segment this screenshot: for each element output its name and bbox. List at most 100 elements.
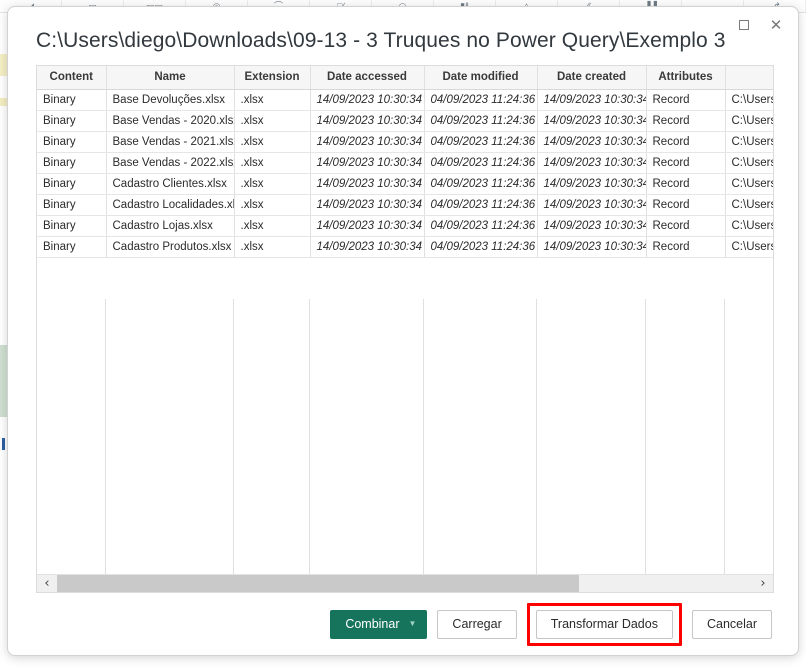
transform-data-highlight: Transformar Dados — [526, 602, 682, 646]
cell-date-modified: 04/09/2023 11:24:36 — [424, 194, 538, 216]
combine-files-dialog: ✕ C:\Users\diego\Downloads\09-13 - 3 Tru… — [7, 6, 799, 656]
cell-date-created: 14/09/2023 10:30:34 — [537, 131, 647, 153]
scrollbar-thumb[interactable] — [57, 575, 579, 592]
column-header-attributes[interactable]: Attributes — [646, 66, 726, 90]
table-row[interactable]: Binary Cadastro Localidades.xlsx .xlsx 14/0… — [37, 194, 773, 216]
combine-button[interactable]: Combinar ▼ — [330, 609, 428, 639]
cell-date-modified: 04/09/2023 11:24:36 — [424, 236, 538, 258]
excel-cell-highlight-green — [0, 345, 7, 417]
cell-name: Base Vendas - 2021.xlsx — [106, 131, 235, 153]
cell-extension: .xlsx — [234, 152, 311, 174]
cell-attributes: Record — [646, 152, 726, 174]
cell-name: Cadastro Lojas.xlsx — [106, 215, 235, 237]
cell-folder-path: C:\Users\ — [725, 152, 773, 174]
cell-attributes: Record — [646, 173, 726, 195]
cell-name: Cadastro Clientes.xlsx — [106, 173, 235, 195]
table-row[interactable]: Binary Cadastro Clientes.xlsx .xlsx 14/09/2… — [37, 173, 773, 195]
cell-extension: .xlsx — [234, 215, 311, 237]
table-row[interactable]: Binary Cadastro Lojas.xlsx .xlsx 14/09/2023… — [37, 215, 773, 237]
cell-date-created: 14/09/2023 10:30:34 — [537, 194, 647, 216]
screen: ◢▭▭▭◎⌒□∕◠▮‖△∕∕▐▐▄▄⎇ ✕ C:\Users\diego\Dow… — [0, 0, 806, 668]
page-title: C:\Users\diego\Downloads\09-13 - 3 Truqu… — [36, 29, 726, 52]
cell-name: Cadastro Produtos.xlsx — [106, 236, 235, 258]
load-button[interactable]: Carregar — [437, 609, 517, 639]
cell-name: Base Vendas - 2022.xlsx — [106, 152, 235, 174]
cell-content: Binary — [37, 236, 107, 258]
column-header-date-accessed[interactable]: Date accessed — [310, 66, 425, 90]
cell-content: Binary — [37, 131, 107, 153]
cell-attributes: Record — [646, 131, 726, 153]
file-table: Content Name Extension Date accessed Dat… — [37, 66, 773, 258]
cell-date-accessed: 14/09/2023 10:30:34 — [310, 236, 425, 258]
cell-date-modified: 04/09/2023 11:24:36 — [424, 89, 538, 111]
column-header-date-modified[interactable]: Date modified — [424, 66, 538, 90]
window-controls: ✕ — [728, 12, 792, 38]
column-header-folder-path[interactable] — [725, 66, 773, 90]
cell-date-created: 14/09/2023 10:30:34 — [537, 236, 647, 258]
close-button[interactable]: ✕ — [760, 12, 792, 38]
combine-button-label: Combinar — [345, 617, 400, 631]
cell-extension: .xlsx — [234, 194, 311, 216]
cell-folder-path: C:\Users\ — [725, 236, 773, 258]
horizontal-scrollbar[interactable]: ‹ › — [37, 574, 773, 592]
cell-attributes: Record — [646, 110, 726, 132]
cell-content: Binary — [37, 173, 107, 195]
cell-extension: .xlsx — [234, 131, 311, 153]
column-header-date-created[interactable]: Date created — [537, 66, 647, 90]
chevron-down-icon: ▼ — [408, 619, 417, 628]
cell-date-created: 14/09/2023 10:30:34 — [537, 110, 647, 132]
scrollbar-track[interactable] — [57, 575, 753, 592]
grid-empty-area — [37, 299, 773, 574]
cell-date-accessed: 14/09/2023 10:30:34 — [310, 194, 425, 216]
transform-data-button[interactable]: Transformar Dados — [535, 609, 673, 639]
maximize-button[interactable] — [728, 12, 760, 38]
close-icon: ✕ — [769, 15, 783, 34]
cell-name: Cadastro Localidades.xlsx — [106, 194, 235, 216]
table-row[interactable]: Binary Base Vendas - 2021.xlsx .xlsx 14/09/… — [37, 131, 773, 153]
column-header-content[interactable]: Content — [37, 66, 107, 90]
cell-date-modified: 04/09/2023 11:24:36 — [424, 152, 538, 174]
cell-date-created: 14/09/2023 10:30:34 — [537, 173, 647, 195]
table-row[interactable]: Binary Base Vendas - 2020.xlsx .xlsx 14/09/… — [37, 110, 773, 132]
table-header-row: Content Name Extension Date accessed Dat… — [37, 66, 773, 90]
cell-attributes: Record — [646, 215, 726, 237]
cell-attributes: Record — [646, 89, 726, 111]
cell-date-modified: 04/09/2023 11:24:36 — [424, 110, 538, 132]
cell-date-accessed: 14/09/2023 10:30:34 — [310, 173, 425, 195]
cell-date-created: 14/09/2023 10:30:34 — [537, 215, 647, 237]
cell-folder-path: C:\Users\ — [725, 173, 773, 195]
cell-folder-path: C:\Users\ — [725, 131, 773, 153]
cell-name: Base Devoluções.xlsx — [106, 89, 235, 111]
cell-content: Binary — [37, 152, 107, 174]
cell-folder-path: C:\Users\ — [725, 89, 773, 111]
cell-content: Binary — [37, 215, 107, 237]
cell-folder-path: C:\Users\ — [725, 110, 773, 132]
cell-date-accessed: 14/09/2023 10:30:34 — [310, 110, 425, 132]
scroll-right-icon[interactable]: › — [753, 575, 773, 592]
cell-date-created: 14/09/2023 10:30:34 — [537, 152, 647, 174]
cell-extension: .xlsx — [234, 236, 311, 258]
cell-date-created: 14/09/2023 10:30:34 — [537, 89, 647, 111]
cell-name: Base Vendas - 2020.xlsx — [106, 110, 235, 132]
cell-content: Binary — [37, 89, 107, 111]
cell-date-accessed: 14/09/2023 10:30:34 — [310, 89, 425, 111]
cell-extension: .xlsx — [234, 173, 311, 195]
file-preview-grid: Content Name Extension Date accessed Dat… — [36, 65, 774, 593]
cancel-button[interactable]: Cancelar — [691, 609, 772, 639]
cell-folder-path: C:\Users\ — [725, 194, 773, 216]
cell-date-accessed: 14/09/2023 10:30:34 — [310, 131, 425, 153]
cell-date-accessed: 14/09/2023 10:30:34 — [310, 215, 425, 237]
column-header-extension[interactable]: Extension — [234, 66, 311, 90]
excel-cell-cursor — [2, 438, 5, 450]
cell-attributes: Record — [646, 194, 726, 216]
table-row[interactable]: Binary Base Devoluções.xlsx .xlsx 14/09/202… — [37, 89, 773, 111]
cell-content: Binary — [37, 110, 107, 132]
cell-content: Binary — [37, 194, 107, 216]
dialog-footer: Combinar ▼ Carregar Transformar Dados Ca… — [8, 593, 798, 655]
table-body: Binary Base Devoluções.xlsx .xlsx 14/09/202… — [37, 89, 773, 258]
cell-date-modified: 04/09/2023 11:24:36 — [424, 215, 538, 237]
scroll-left-icon[interactable]: ‹ — [37, 575, 57, 592]
table-row[interactable]: Binary Cadastro Produtos.xlsx .xlsx 14/09/2… — [37, 236, 773, 258]
column-header-name[interactable]: Name — [106, 66, 235, 90]
table-row[interactable]: Binary Base Vendas - 2022.xlsx .xlsx 14/09/… — [37, 152, 773, 174]
